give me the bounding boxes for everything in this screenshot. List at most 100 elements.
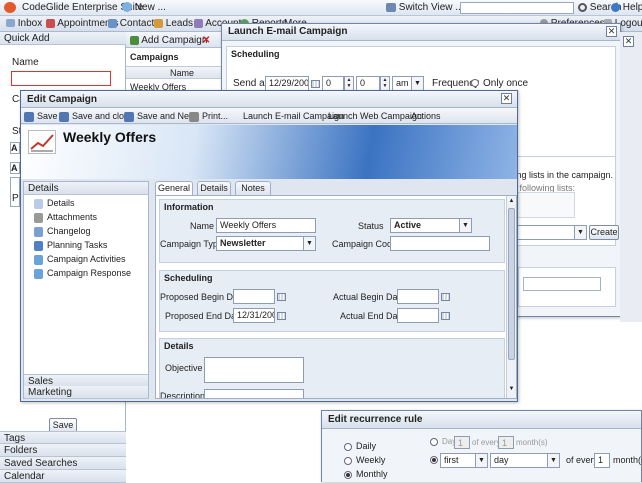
recurrence-weekly-radio[interactable]: Weekly [344,455,385,465]
new-button[interactable]: New ... [122,2,166,13]
campaign-banner: Weekly Offers [21,125,517,179]
add-campaign-button[interactable]: Add Campaign [130,35,207,46]
frequency-once-radio[interactable]: Only once [471,78,528,89]
contact-icon [108,18,117,28]
send-minute-input[interactable]: 0 [356,76,380,91]
switch-view-button[interactable]: Switch View ... [386,2,464,13]
quick-add-name-label: Name [12,57,39,68]
actual-begin-label: Actual Begin Date [333,292,406,302]
nav-inbox[interactable]: Inbox [6,18,42,29]
name-column-header[interactable]: Name [126,66,222,79]
global-search-input[interactable] [460,2,574,14]
sidenav-item-campaign-response[interactable]: Campaign Response [34,268,131,279]
app-logo-icon [4,2,16,13]
proposed-end-input[interactable]: 12/31/2008 [233,308,275,323]
calendar-icon[interactable] [277,312,286,320]
hour-spinner[interactable]: ▲ ▼ [344,76,354,91]
delete-icon[interactable]: ✕ [202,35,210,46]
chart-icon [28,130,56,154]
calendar-icon[interactable] [311,80,320,88]
sidenav-item-planning-tasks[interactable]: Planning Tasks [34,240,107,251]
nav-leads[interactable]: Leads [154,18,193,29]
add-icon [130,35,139,45]
sidenav-item-attachments[interactable]: Attachments [34,212,97,223]
toolbar-save-new-button[interactable]: Save and New [124,111,196,122]
mailing-list-select[interactable]: ▼ [511,225,587,240]
form-scrollbar[interactable]: ▲ ▼ [506,196,516,398]
folders-section[interactable]: Folders [0,444,126,457]
mailing-lists-box[interactable] [511,192,575,218]
recurrence-of-every-label: of every [472,438,501,447]
ampm-select[interactable]: am ▼ [392,76,424,91]
tab-notes[interactable]: Notes [235,181,271,195]
calendar-icon[interactable] [441,293,450,301]
save-icon [24,111,34,122]
description-textarea[interactable] [204,389,304,398]
recurrence-first-select[interactable]: first ▼ [440,453,488,468]
edit-scheduling-group: Scheduling Proposed Begin Date Actual Be… [159,270,505,332]
actual-end-input[interactable] [397,308,439,323]
scroll-thumb[interactable] [508,208,515,360]
sidenav-item-campaign-activities[interactable]: Campaign Activities [34,254,126,265]
nav-contacts[interactable]: Contacts [108,18,159,29]
campaign-code-input[interactable] [390,236,490,251]
toolbar-save-button[interactable]: Save [24,111,58,122]
calendar-icon[interactable] [441,312,450,320]
help-button[interactable]: Help [611,2,642,13]
recurrence-months2-label: month(s) [613,455,642,465]
campaign-code-label: Campaign Code [332,239,398,249]
status-select[interactable]: Active ▼ [390,218,472,233]
toolbar-print-button[interactable]: Print... [189,111,228,122]
calendar-section[interactable]: Calendar [0,470,126,483]
actual-end-label: Actual End Date [340,311,406,321]
campaign-name-label: Name [190,221,215,231]
document-icon [34,198,43,209]
launch-scheduling-title: Scheduling [231,49,280,59]
actual-begin-input[interactable] [397,289,439,304]
activities-icon [34,254,43,265]
save-new-icon [124,111,134,122]
close-icon[interactable]: ✕ [623,36,634,47]
campaigns-header: Campaigns [130,52,179,62]
sidenav-item-details[interactable]: Details [34,198,75,209]
send-hour-input[interactable]: 0 [322,76,344,91]
tab-general[interactable]: General [155,181,193,196]
create-button[interactable]: Create [589,225,619,240]
general-tab-panel: Information Name Weekly Offers Status Ac… [155,195,517,399]
recurrence-monthly-radio[interactable]: Monthly [344,469,388,479]
campaign-type-select[interactable]: Newsletter ▼ [216,236,316,251]
information-group: Information Name Weekly Offers Status Ac… [159,199,505,263]
recurrence-day-select[interactable]: day ▼ [490,453,560,468]
recurrence-every2-input[interactable]: 1 [594,453,610,468]
objective-textarea[interactable] [204,357,304,383]
campaign-name-input[interactable]: Weekly Offers [216,218,316,233]
recurrence-every-input[interactable]: 1 [498,436,514,449]
right-lower-input[interactable] [523,277,601,291]
save-close-icon [59,111,69,122]
minute-spinner[interactable]: ▲ ▼ [380,76,390,91]
recurrence-daily-radio[interactable]: Daily [344,441,376,451]
close-icon[interactable]: ✕ [606,26,617,37]
monitor-icon [386,2,396,12]
scroll-down-arrow[interactable]: ▼ [508,386,515,394]
calendar-icon[interactable] [277,293,286,301]
toolbar-actions-button[interactable]: Actions [411,111,441,121]
toolbar-save-close-button[interactable]: Save and close [59,111,134,122]
tab-details[interactable]: Details [197,181,231,195]
sidenav-details-header[interactable]: Details [24,182,148,195]
description-label: Description [160,391,206,399]
sidenav-marketing[interactable]: Marketing [24,386,148,399]
quick-add-name-input[interactable] [11,71,111,86]
recurrence-day-radio[interactable]: Day [430,437,456,446]
scroll-up-arrow[interactable]: ▲ [508,198,515,206]
tags-section[interactable]: Tags [0,431,126,444]
edit-campaign-toolbar: Save Save and close Save and New Print..… [21,108,517,124]
send-date-input[interactable]: 12/29/2008 [265,76,309,91]
help-icon [611,2,620,12]
sidenav-item-changelog[interactable]: Changelog [34,226,91,237]
recurrence-day-input[interactable]: 1 [454,436,470,449]
proposed-begin-input[interactable] [233,289,275,304]
close-icon[interactable]: ✕ [501,93,512,104]
toolbar-launch-web-button[interactable]: Launch Web Campaign [328,111,422,121]
saved-searches-section[interactable]: Saved Searches [0,457,126,470]
